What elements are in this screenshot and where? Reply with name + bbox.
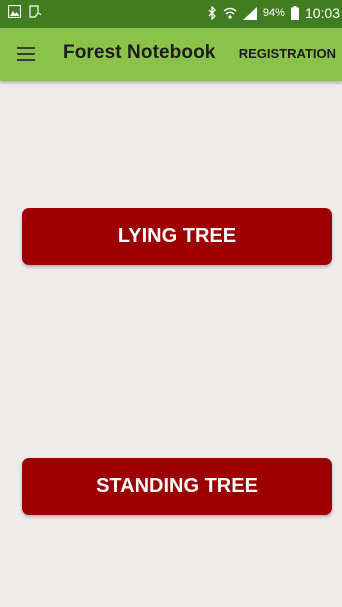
wifi-icon (223, 6, 237, 20)
status-bar: 94% 10:03 (0, 0, 342, 28)
notification-icon (29, 5, 42, 18)
lying-tree-button[interactable]: LYING TREE (22, 208, 332, 265)
menu-button[interactable] (17, 45, 37, 63)
signal-icon (242, 6, 257, 20)
app-title: Forest Notebook (63, 42, 216, 63)
image-icon (8, 5, 21, 18)
status-right: 94% 10:03 (208, 5, 340, 21)
standing-tree-button[interactable]: STANDING TREE (22, 458, 332, 515)
bluetooth-icon (208, 6, 217, 20)
clock: 10:03 (304, 5, 340, 21)
hamburger-icon (17, 47, 37, 67)
registration-button[interactable]: REGISTRATION (239, 46, 336, 61)
battery-icon (290, 6, 299, 20)
battery-percentage: 94% (262, 7, 285, 19)
app-screen: 94% 10:03 Forest Notebook REGISTRATION L… (0, 0, 342, 607)
app-bar: Forest Notebook REGISTRATION (0, 28, 342, 81)
status-left (8, 5, 42, 18)
